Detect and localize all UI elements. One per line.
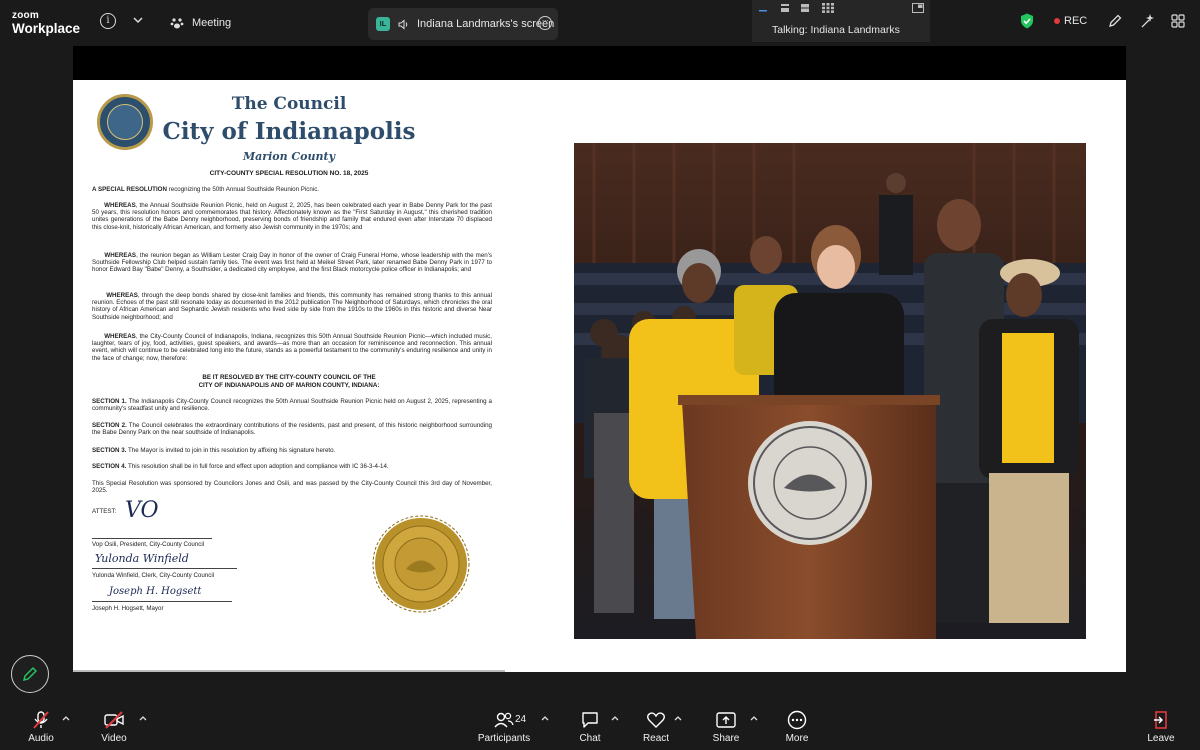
more-label: More — [785, 733, 809, 744]
logo-line1: zoom — [12, 10, 39, 21]
split-view-icon[interactable] — [800, 3, 810, 13]
zoom-workplace-logo: zoom Workplace — [12, 11, 80, 36]
react-button[interactable]: React — [641, 710, 671, 748]
speaker-icon — [398, 18, 408, 30]
camera-off-icon — [104, 711, 124, 729]
active-speaker-panel: Talking: Indiana Landmarks — [752, 0, 930, 42]
leave-label: Leave — [1147, 733, 1175, 744]
share-button[interactable]: Share — [710, 710, 742, 748]
signer-3: Joseph H. Hogsett, Mayor — [92, 605, 164, 612]
logo-line2: Workplace — [12, 21, 81, 36]
resolved-line-2: CITY OF INDIANAPOLIS AND OF MARION COUNT… — [198, 382, 380, 389]
meeting-info-icon[interactable]: i — [100, 13, 116, 29]
pencil-icon — [22, 666, 38, 682]
video-button[interactable]: Video — [98, 710, 130, 748]
audio-label: Audio — [28, 733, 54, 744]
shared-slide: The Council City of Indianapolis Marion … — [73, 80, 1126, 672]
paper-edge — [73, 670, 505, 672]
header-council: The Council — [231, 94, 347, 114]
more-button[interactable]: More — [782, 710, 812, 748]
signature-line-3 — [92, 601, 232, 602]
audio-button[interactable]: Audio — [26, 710, 56, 748]
share-label: Indiana Landmarks's screen — [417, 18, 555, 30]
apps-grid-icon[interactable] — [1170, 13, 1186, 29]
annotate-pen-icon[interactable] — [1107, 13, 1123, 29]
resolution-number: CITY-COUNTY SPECIAL RESOLUTION NO. 18, 2… — [209, 170, 369, 177]
more-dots-icon — [787, 710, 807, 730]
mic-muted-icon — [33, 711, 49, 729]
signer-2: Yulonda Winfield, Clerk, City-County Cou… — [92, 572, 215, 579]
share-label: Share — [712, 733, 740, 744]
whereas-paragraph-1: WHEREAS, the Annual Southside Reunion Pi… — [92, 202, 492, 231]
layout-icon[interactable] — [780, 3, 790, 13]
signature-line-2 — [92, 568, 237, 569]
react-caret-icon[interactable] — [673, 714, 683, 722]
signature-3: Joseph H. Hogsett — [109, 586, 202, 597]
section-4: SECTION 4. This resolution shall be in f… — [92, 463, 389, 470]
leave-door-icon — [1154, 711, 1167, 729]
pip-icon[interactable] — [912, 3, 924, 13]
participants-count: 24 — [515, 714, 527, 725]
sponsor-paragraph: This Special Resolution was sponsored by… — [92, 480, 492, 495]
react-label: React — [642, 733, 670, 744]
presenter-badge: IL — [376, 17, 390, 31]
minimize-video-icon[interactable] — [758, 3, 768, 13]
recording-dot-icon — [1054, 18, 1060, 24]
header-county: Marion County — [242, 150, 335, 163]
signature-line-1 — [92, 538, 212, 539]
chat-icon — [582, 712, 598, 728]
participants-caret-icon[interactable] — [540, 714, 550, 722]
attest-label: ATTEST: — [92, 508, 117, 515]
header-city: City of Indianapolis — [162, 118, 416, 145]
chat-label: Chat — [579, 733, 601, 744]
meeting-label: Meeting — [192, 17, 232, 29]
heart-icon — [647, 712, 665, 728]
signature-1: VO — [125, 498, 159, 523]
section-2: SECTION 2. The Council celebrates the ex… — [92, 422, 492, 437]
participants-label: Participants — [477, 733, 531, 744]
whereas-paragraph-2: WHEREAS, the reunion began as William Le… — [92, 252, 492, 274]
whereas-paragraph-4: WHEREAS, the City-County Council of Indi… — [92, 333, 492, 362]
recording-indicator[interactable]: REC — [1054, 15, 1087, 27]
talking-indicator: Talking: Indiana Landmarks — [772, 24, 900, 36]
annotate-floating-button[interactable] — [11, 655, 49, 693]
ai-companion-icon[interactable] — [1139, 13, 1155, 29]
section-1: SECTION 1. The Indianapolis City-County … — [92, 398, 493, 413]
council-resolution-document: The Council City of Indianapolis Marion … — [73, 80, 505, 672]
chat-caret-icon[interactable] — [610, 714, 620, 722]
shared-screen-indicator[interactable]: IL Indiana Landmarks's screen ··· — [368, 8, 558, 40]
signature-2: Yulonda Winfield — [95, 552, 189, 565]
participants-icon — [494, 712, 514, 728]
chevron-down-icon[interactable] — [132, 13, 144, 27]
bottom-toolbar: Audio Video Participants 24 Chat React S… — [0, 704, 1200, 750]
intro-paragraph: A SPECIAL RESOLUTION recognizing the 50t… — [92, 186, 320, 193]
leave-button[interactable]: Leave — [1146, 710, 1176, 748]
video-options-caret-icon[interactable] — [138, 714, 148, 722]
gold-seal-image — [372, 515, 470, 613]
top-bar: zoom Workplace i Meeting IL Indiana Land… — [0, 0, 1200, 44]
rec-label: REC — [1064, 15, 1088, 27]
paw-icon — [170, 18, 184, 29]
council-chamber-photo — [574, 143, 1086, 639]
whereas-paragraph-3: WHEREAS, through the deep bonds shared b… — [92, 292, 492, 321]
security-shield-icon[interactable] — [1020, 13, 1034, 29]
more-options-icon[interactable]: ··· — [538, 16, 552, 30]
share-caret-icon[interactable] — [749, 714, 759, 722]
audio-options-caret-icon[interactable] — [61, 714, 71, 722]
meeting-button[interactable]: Meeting — [170, 14, 231, 32]
video-label: Video — [101, 733, 127, 744]
signer-1: Vop Osili, President, City-County Counci… — [92, 541, 205, 548]
gallery-icon[interactable] — [822, 3, 834, 13]
share-screen-icon — [716, 712, 736, 728]
chat-button[interactable]: Chat — [575, 710, 605, 748]
section-3: SECTION 3. The Mayor is invited to join … — [92, 447, 336, 454]
resolved-line-1: BE IT RESOLVED BY THE CITY-COUNTY COUNCI… — [202, 374, 376, 381]
